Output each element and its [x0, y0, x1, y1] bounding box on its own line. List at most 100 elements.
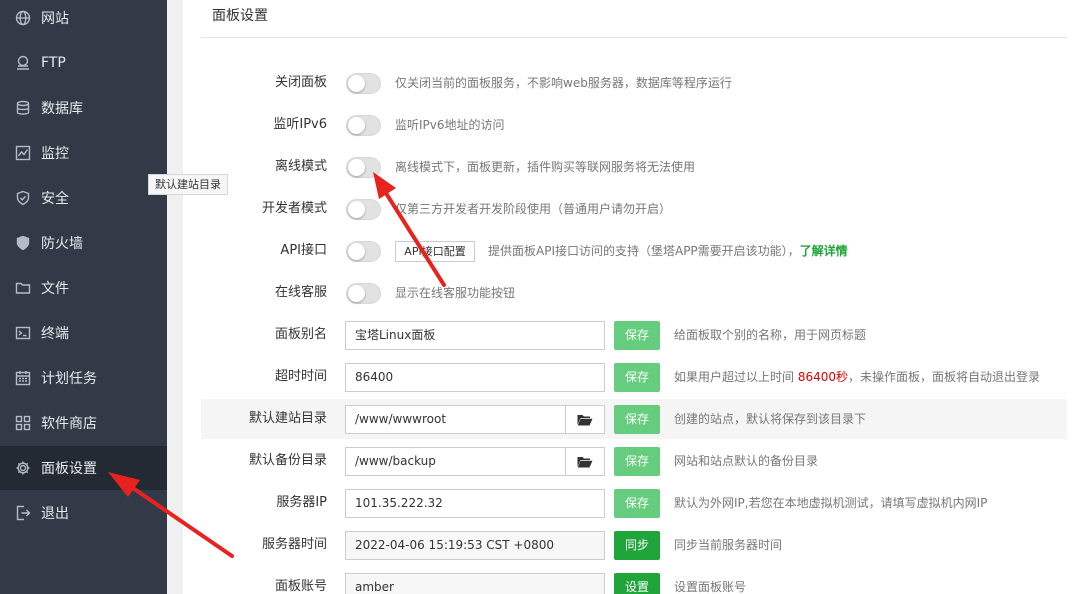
timeout-desc-after: ，未操作面板，面板将自动退出登录: [848, 370, 1041, 384]
default-site-dir-input[interactable]: /www/wwwroot: [345, 405, 566, 434]
setting-description: 监听IPv6地址的访问: [395, 118, 505, 132]
setting-description: 仅关闭当前的面板服务，不影响web服务器，数据库等程序运行: [395, 76, 732, 90]
sidebar-item-firewall[interactable]: 防火墙: [0, 221, 167, 265]
save-button[interactable]: 保存: [614, 321, 660, 350]
tooltip: 默认建站目录: [148, 174, 228, 195]
online-support-toggle[interactable]: [346, 283, 381, 304]
sidebar-item-label: 监控: [41, 146, 69, 162]
panel-alias-input[interactable]: 宝塔Linux面板: [345, 321, 605, 350]
offline-mode-toggle[interactable]: [346, 157, 381, 178]
setting-label: 监听IPv6: [273, 117, 327, 132]
sidebar-item-label: 文件: [41, 281, 69, 297]
sidebar-item-label: 网站: [41, 11, 69, 27]
monitor-icon: [15, 145, 31, 161]
server-ip-input[interactable]: 101.35.222.32: [345, 489, 605, 518]
sidebar-item-label: 计划任务: [41, 371, 97, 387]
server-time-field: 2022-04-06 15:19:53 CST +0800: [345, 531, 605, 560]
save-button[interactable]: 保存: [614, 447, 660, 476]
sidebar-item-terminal[interactable]: 终端: [0, 311, 167, 355]
api-config-button[interactable]: API接口配置: [395, 241, 475, 262]
sidebar-item-label: FTP: [41, 55, 66, 71]
setting-description: 离线模式下，面板更新，插件购买等联网服务将无法使用: [395, 160, 696, 174]
setting-label: 服务器时间: [261, 537, 327, 552]
save-button[interactable]: 保存: [614, 405, 660, 434]
page-title: 面板设置: [212, 8, 268, 24]
setting-label: 关闭面板: [274, 75, 327, 90]
sidebar-item-label: 终端: [41, 326, 69, 342]
setting-row-offline-mode: 离线模式 离线模式下，面板更新，插件购买等联网服务将无法使用: [201, 147, 1067, 187]
setting-label: API接口: [280, 243, 327, 258]
setting-description: 默认为外网IP,若您在本地虚拟机测试，请填写虚拟机内网IP: [674, 496, 988, 510]
setting-row-panel-account: 面板账号 amber 设置 设置面板账号: [201, 567, 1067, 594]
logout-icon: [15, 505, 31, 521]
setting-label: 面板账号: [274, 579, 327, 594]
sidebar-item-database[interactable]: 数据库: [0, 86, 167, 130]
setting-description: 显示在线客服功能按钮: [395, 286, 516, 300]
sidebar-item-label: 退出: [41, 506, 69, 522]
timeout-desc-before: 如果用户超过以上时间: [674, 370, 798, 384]
setting-description: 给面板取个别的名称，用于网页标题: [674, 328, 867, 342]
timeout-seconds-highlight: 86400秒: [797, 370, 849, 384]
setting-description: 设置面板账号: [674, 580, 747, 594]
setting-label: 面板别名: [274, 327, 327, 342]
setting-description: 创建的站点，默认将保存到该目录下: [674, 412, 867, 426]
setting-label: 超时时间: [274, 369, 327, 384]
sync-time-button[interactable]: 同步: [614, 531, 660, 560]
setting-label: 默认备份目录: [248, 453, 327, 468]
sidebar-item-logout[interactable]: 退出: [0, 491, 167, 535]
setting-label: 开发者模式: [261, 201, 327, 216]
sidebar-item-monitor[interactable]: 监控: [0, 131, 167, 175]
setting-row-close-panel: 关闭面板 仅关闭当前的面板服务，不影响web服务器，数据库等程序运行: [201, 63, 1067, 103]
sidebar-item-app-store[interactable]: 软件商店: [0, 401, 167, 445]
setting-row-online-support: 在线客服 显示在线客服功能按钮: [201, 273, 1067, 313]
setting-description: 提供面板API接口访问的支持（堡塔APP需要开启该功能），了解详情: [488, 231, 848, 271]
setting-row-server-ip: 服务器IP 101.35.222.32 保存 默认为外网IP,若您在本地虚拟机测…: [201, 483, 1067, 523]
title-divider: [201, 37, 1067, 38]
setting-row-ipv6: 监听IPv6 监听IPv6地址的访问: [201, 105, 1067, 145]
setting-label: 在线客服: [274, 285, 327, 300]
browse-folder-button[interactable]: [565, 447, 605, 476]
sidebar: 网站 FTP 数据库 监控 安全 防火墙 文件 终端 计划任务 软件商店 面板设…: [0, 0, 167, 594]
sidebar-item-security[interactable]: 安全: [0, 176, 167, 220]
set-account-button[interactable]: 设置: [614, 573, 660, 594]
sidebar-item-label: 防火墙: [41, 236, 83, 252]
folder-icon: [15, 280, 31, 296]
setting-row-default-site-dir: 默认建站目录 /www/wwwroot 保存 创建的站点，默认将保存到该目录下: [201, 399, 1067, 439]
ipv6-toggle[interactable]: [346, 115, 381, 136]
developer-mode-toggle[interactable]: [346, 199, 381, 220]
calendar-icon: [15, 370, 31, 386]
sidebar-item-label: 软件商店: [41, 416, 97, 432]
sidebar-item-panel-settings[interactable]: 面板设置: [0, 446, 167, 490]
browse-folder-button[interactable]: [565, 405, 605, 434]
learn-more-link[interactable]: 了解详情: [800, 244, 848, 258]
setting-description: 同步当前服务器时间: [674, 538, 783, 552]
default-backup-dir-input[interactable]: /www/backup: [345, 447, 566, 476]
sidebar-item-website[interactable]: 网站: [0, 0, 167, 40]
setting-row-server-time: 服务器时间 2022-04-06 15:19:53 CST +0800 同步 同…: [201, 525, 1067, 565]
gear-icon: [15, 460, 31, 476]
api-toggle[interactable]: [346, 241, 381, 262]
folder-open-icon: [577, 456, 593, 467]
save-button[interactable]: 保存: [614, 489, 660, 518]
close-panel-toggle[interactable]: [346, 73, 381, 94]
sidebar-item-cron[interactable]: 计划任务: [0, 356, 167, 400]
setting-description: 仅第三方开发者开发阶段使用（普通用户请勿开启）: [395, 202, 672, 216]
shield-icon: [15, 190, 31, 206]
setting-row-default-backup-dir: 默认备份目录 /www/backup 保存 网站和站点默认的备份目录: [201, 441, 1067, 481]
setting-label: 服务器IP: [276, 495, 327, 510]
ftp-icon: [15, 55, 31, 71]
panel-account-field: amber: [345, 573, 605, 594]
database-icon: [15, 100, 31, 116]
sidebar-item-label: 面板设置: [41, 461, 97, 477]
timeout-input[interactable]: 86400: [345, 363, 605, 392]
sidebar-item-ftp[interactable]: FTP: [0, 41, 167, 85]
settings-panel: 面板设置 关闭面板 仅关闭当前的面板服务，不影响web服务器，数据库等程序运行 …: [183, 0, 1085, 594]
sidebar-item-label: 数据库: [41, 101, 83, 117]
sidebar-item-files[interactable]: 文件: [0, 266, 167, 310]
globe-icon: [15, 10, 31, 26]
setting-description: 如果用户超过以上时间 86400秒，未操作面板，面板将自动退出登录: [674, 357, 1040, 397]
setting-label: 离线模式: [274, 159, 327, 174]
terminal-icon: [15, 325, 31, 341]
sidebar-item-label: 安全: [41, 191, 69, 207]
save-button[interactable]: 保存: [614, 363, 660, 392]
